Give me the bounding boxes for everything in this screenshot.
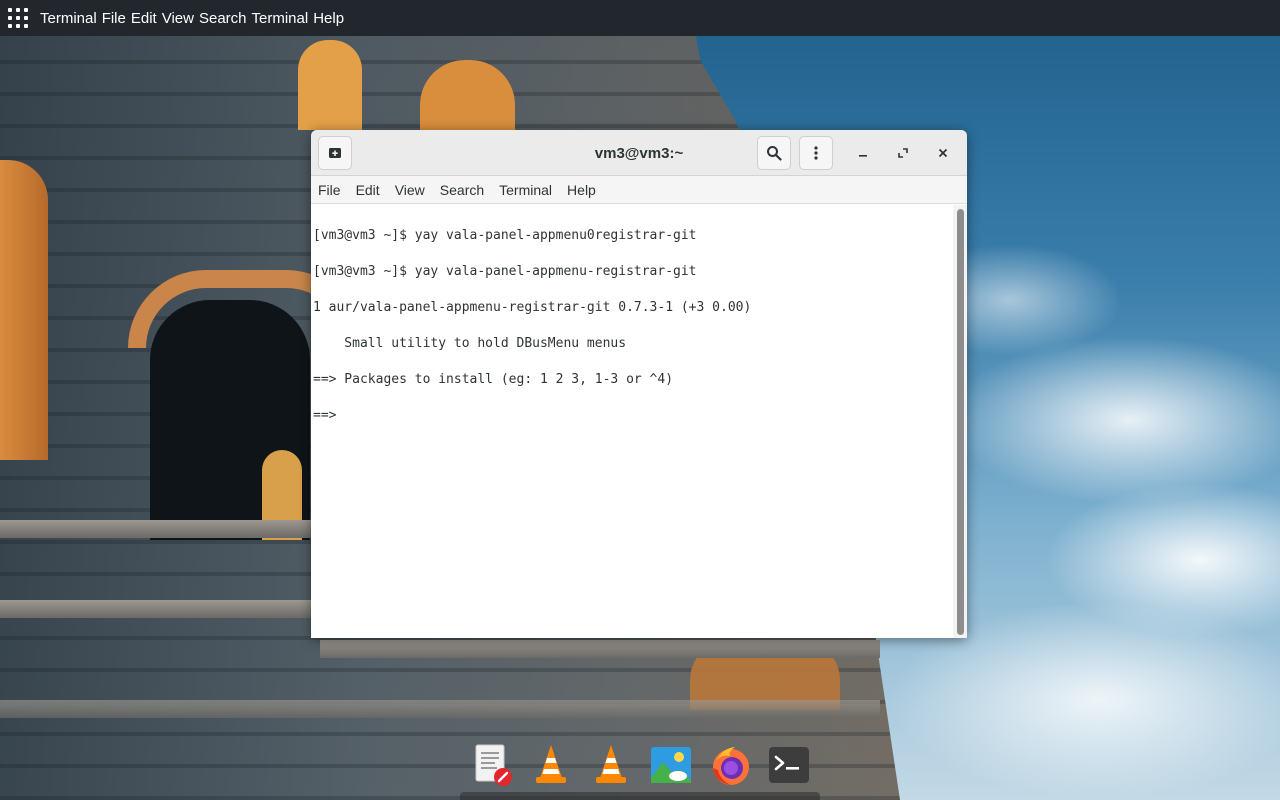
minimize-icon (859, 155, 867, 157)
wallpaper-arch (298, 40, 362, 130)
hamburger-menu-button[interactable] (799, 136, 833, 170)
menu-terminal[interactable]: Terminal (499, 182, 559, 198)
terminal-scrollbar[interactable] (953, 205, 967, 638)
dock-image-viewer[interactable] (648, 742, 694, 788)
global-menu-file[interactable]: File (102, 10, 126, 27)
image-viewer-icon (651, 747, 691, 783)
minimize-button[interactable] (851, 141, 875, 165)
dock-firefox[interactable] (708, 742, 754, 788)
terminal-line: [vm3@vm3 ~]$ yay vala-panel-appmenu-regi… (313, 264, 697, 279)
global-menu-edit[interactable]: Edit (131, 10, 157, 27)
wallpaper-ledge (0, 520, 320, 538)
top-bar: Terminal File Edit View Search Terminal … (0, 0, 1280, 36)
dock-vlc[interactable] (528, 742, 574, 788)
app-grid-icon[interactable] (8, 8, 28, 28)
text-editor-icon (475, 744, 512, 786)
global-menu: Terminal File Edit View Search Terminal … (40, 10, 344, 27)
wallpaper-ledge (320, 640, 880, 658)
menu-view[interactable]: View (395, 182, 432, 198)
terminal-line: Small utility to hold DBusMenu menus (313, 336, 627, 351)
kebab-menu-icon (814, 146, 818, 160)
global-menu-search[interactable]: Search (199, 10, 247, 27)
search-button[interactable] (757, 136, 791, 170)
dock-text-editor[interactable] (470, 742, 516, 788)
maximize-icon (898, 148, 908, 158)
wallpaper-arch (0, 160, 48, 460)
maximize-button[interactable] (891, 141, 915, 165)
search-icon (767, 146, 782, 161)
vlc-icon (536, 745, 566, 783)
terminal-line: 1 aur/vala-panel-appmenu-registrar-git 0… (313, 300, 752, 315)
close-button[interactable] (931, 141, 955, 165)
menu-file[interactable]: File (318, 182, 348, 198)
dock-terminal[interactable] (766, 742, 812, 788)
global-menu-app-name[interactable]: Terminal (40, 10, 97, 27)
global-menu-terminal[interactable]: Terminal (252, 10, 309, 27)
terminal-output-area[interactable]: [vm3@vm3 ~]$ yay vala-panel-appmenu0regi… (311, 205, 967, 638)
global-menu-help[interactable]: Help (313, 10, 344, 27)
terminal-output: [vm3@vm3 ~]$ yay vala-panel-appmenu0regi… (313, 209, 751, 461)
terminal-icon (769, 747, 809, 783)
wallpaper-ledge (0, 600, 320, 618)
terminal-line: ==> Packages to install (eg: 1 2 3, 1-3 … (313, 372, 674, 387)
dock (460, 738, 820, 800)
firefox-icon (713, 747, 749, 785)
dock-vlc-2[interactable] (588, 742, 634, 788)
global-menu-view[interactable]: View (162, 10, 194, 27)
close-icon (938, 148, 948, 158)
new-tab-icon (329, 148, 341, 158)
terminal-line: [vm3@vm3 ~]$ yay vala-panel-appmenu0regi… (313, 228, 697, 243)
menu-edit[interactable]: Edit (356, 182, 387, 198)
menu-search[interactable]: Search (440, 182, 491, 198)
terminal-prompt-line: ==> (313, 408, 345, 423)
new-tab-button[interactable] (318, 136, 352, 170)
dock-background (460, 792, 820, 800)
window-headerbar[interactable]: vm3@vm3:~ (311, 130, 967, 176)
terminal-window: vm3@vm3:~ File Edit View Search Terminal… (311, 130, 967, 638)
wallpaper-ledge (0, 700, 880, 718)
window-menubar: File Edit View Search Terminal Help (311, 176, 967, 204)
vlc-icon (596, 745, 626, 783)
menu-help[interactable]: Help (567, 182, 603, 198)
scrollbar-thumb[interactable] (957, 209, 964, 635)
